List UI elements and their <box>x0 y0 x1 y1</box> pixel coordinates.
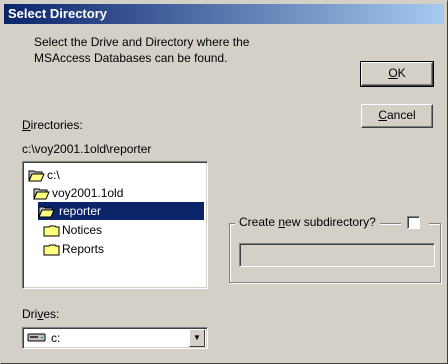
ok-label-accel: O <box>388 66 398 80</box>
select-directory-dialog: Select Directory Select the Drive and Di… <box>0 0 448 364</box>
open-folder-icon <box>28 170 45 182</box>
subdirectory-label-pre: Create <box>239 215 279 229</box>
tree-item-label: reporter <box>57 204 104 218</box>
tree-item-c-root[interactable]: c:\ <box>28 166 60 184</box>
chevron-down-icon[interactable]: ▼ <box>189 329 205 347</box>
directory-tree[interactable]: c:\ voy2001.1old reporter Notices Report… <box>22 161 208 289</box>
folder-icon <box>43 244 60 256</box>
tree-item-reports[interactable]: Reports <box>43 240 104 258</box>
cancel-label-post: ancel <box>386 108 416 122</box>
drives-selected-value: c: <box>51 331 61 345</box>
subdirectory-label: Create new subdirectory? <box>235 215 380 229</box>
ok-label-post: K <box>397 66 406 80</box>
tree-item-voy2001[interactable]: voy2001.1old <box>33 184 123 202</box>
ok-button[interactable]: OK <box>360 61 434 87</box>
cancel-label-accel: C <box>378 108 387 122</box>
window-title: Select Directory <box>8 6 107 21</box>
drive-icon <box>27 333 46 342</box>
drives-combobox[interactable]: c: ▼ <box>22 327 208 349</box>
open-folder-icon <box>38 206 55 218</box>
create-subdirectory-checkbox[interactable] <box>407 216 420 229</box>
tree-item-label: Reports <box>62 242 105 256</box>
tree-item-label: Notices <box>62 223 103 237</box>
drives-label-post: es: <box>43 307 60 321</box>
directories-label-accel: D <box>22 118 31 132</box>
cancel-button[interactable]: Cancel <box>361 104 433 128</box>
instruction-line-1: Select the Drive and Directory where the <box>34 35 250 49</box>
tree-item-label: c:\ <box>47 168 60 182</box>
tree-item-notices[interactable]: Notices <box>43 221 102 239</box>
directories-label-rest: irectories: <box>30 118 83 132</box>
instruction-line-2: MSAccess Databases can be found. <box>34 51 228 65</box>
open-folder-icon <box>33 188 50 200</box>
directories-label: Directories: <box>22 118 83 132</box>
folder-icon <box>43 225 60 237</box>
title-bar[interactable]: Select Directory <box>4 4 444 24</box>
drives-label-pre: Dri <box>22 307 38 321</box>
tree-item-reporter[interactable]: reporter <box>38 202 204 220</box>
tree-item-label: voy2001.1old <box>52 186 124 200</box>
current-path: c:\voy2001.1old\reporter <box>22 142 152 156</box>
subdirectory-label-post: ew subdirectory? <box>285 215 376 229</box>
new-subdirectory-input[interactable] <box>239 243 435 267</box>
drives-label: Drives: <box>22 307 59 321</box>
instruction-text: Select the Drive and Directory where the… <box>34 34 249 66</box>
